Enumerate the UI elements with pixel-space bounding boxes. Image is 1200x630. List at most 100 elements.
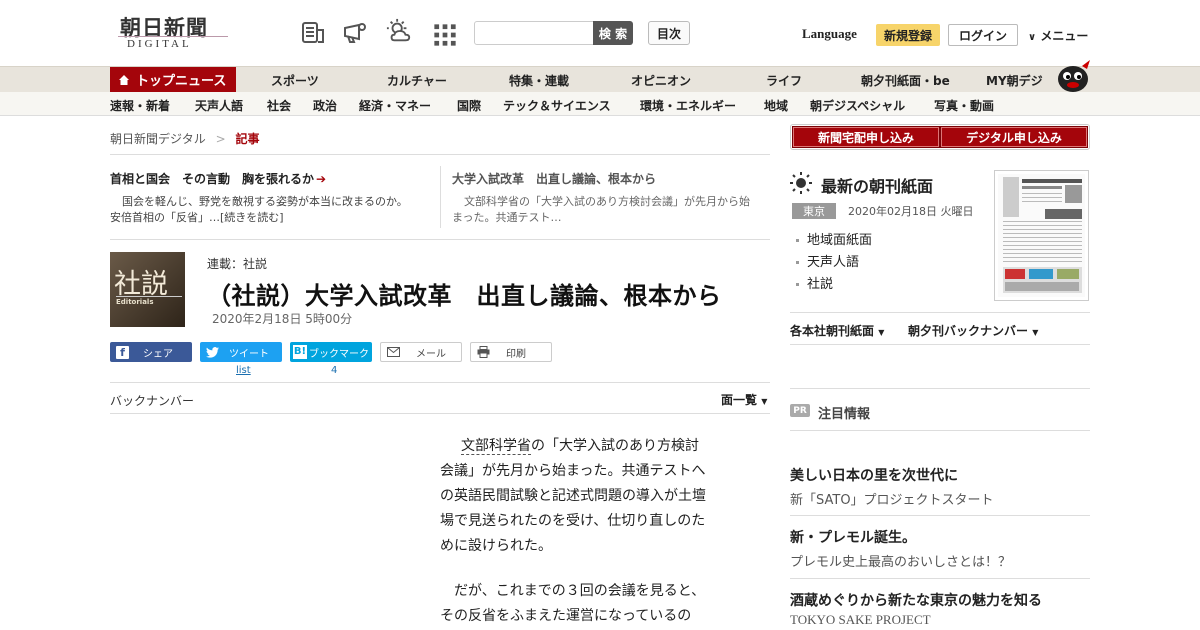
page-list-label: 面一覧 <box>721 393 758 407</box>
promo-1-title: 首相と国会 その言動 胸を張れるか ➔ <box>110 172 327 186</box>
promo-1[interactable]: 首相と国会 その言動 胸を張れるか ➔ 国会を軽んじ、野党を敵視する姿勢が本当に改… <box>110 170 410 226</box>
promo-2-desc: 文部科学省の「大学入試のあり方検討会議」が先月から始まった。共通テスト… <box>452 195 750 224</box>
badge-line <box>116 296 182 297</box>
megaphone-icon[interactable] <box>342 20 368 46</box>
nav-environment[interactable]: 環境・エネルギー <box>640 97 736 114</box>
menu-label: メニュー <box>1040 29 1089 43</box>
nav-photo-video[interactable]: 写真・動画 <box>934 97 994 114</box>
home-icon <box>119 74 129 85</box>
back-number-link[interactable]: バックナンバー <box>110 392 194 409</box>
divider <box>790 515 1090 516</box>
sun-icon <box>790 172 812 194</box>
sidebar-link-region[interactable]: 地域面紙面 <box>796 229 872 248</box>
breadcrumb-home[interactable]: 朝日新聞デジタル <box>110 132 206 146</box>
print-icon <box>477 346 490 358</box>
hatena-count[interactable]: 4 <box>331 365 337 376</box>
divider <box>790 388 1090 389</box>
caret-down-icon: ▼ <box>878 328 885 337</box>
twitter-share-button[interactable]: ツイート <box>200 342 282 362</box>
nav-special[interactable]: 朝デジスペシャル <box>810 97 905 114</box>
breadcrumb-separator: > <box>215 132 226 146</box>
page-list-dropdown[interactable]: 面一覧 ▼ <box>721 391 767 408</box>
nav-tensei[interactable]: 天声人語 <box>195 97 243 114</box>
divider <box>110 239 770 240</box>
nav-politics[interactable]: 政治 <box>313 97 337 114</box>
newspaper-icon[interactable] <box>300 20 326 46</box>
promo-1-desc: 国会を軽んじ、野党を敵視する姿勢が本当に改まるのか。安倍首相の「反省」…[続きを… <box>110 195 408 224</box>
series-label[interactable]: 連載：社説 <box>207 255 267 272</box>
apps-grid-icon[interactable] <box>432 22 458 48</box>
chevron-down-icon: ∨ <box>1028 32 1037 43</box>
caret-down-icon: ▼ <box>761 397 768 406</box>
twitter-share-label: ツイート <box>229 348 269 360</box>
toc-button[interactable]: 目次 <box>648 21 690 45</box>
promo-2-title: 大学入試改革 出直し議論、根本から <box>452 172 657 186</box>
sidebar-link-tensei[interactable]: 天声人語 <box>796 251 859 270</box>
nav-society[interactable]: 社会 <box>267 97 291 114</box>
mail-icon <box>387 347 400 357</box>
glossary-link[interactable]: 文部科学省 <box>461 438 531 455</box>
article-date: 2020年2月18日 5時00分 <box>212 312 353 326</box>
nav-features[interactable]: 特集・連載 <box>509 72 569 89</box>
twitter-count[interactable]: list <box>236 365 251 376</box>
facebook-share-button[interactable]: f シェア <box>110 342 192 362</box>
nav-life[interactable]: ライフ <box>766 72 802 89</box>
promo-2[interactable]: 大学入試改革 出直し議論、根本から 文部科学省の「大学入試のあり方検討会議」が先… <box>452 170 752 226</box>
ad-3-title[interactable]: 酒蔵めぐりから新たな東京の魅力を知る <box>790 590 1042 610</box>
search-button[interactable]: 検 索 <box>593 21 633 45</box>
nav-top-news[interactable]: トップニュース <box>110 67 236 92</box>
mail-share-button[interactable]: メール <box>380 342 462 362</box>
print-button[interactable]: 印刷 <box>470 342 552 362</box>
mail-label: メール <box>416 348 446 360</box>
language-link[interactable]: Language <box>802 26 857 42</box>
nav-international[interactable]: 国際 <box>457 97 481 114</box>
ad-1-title[interactable]: 美しい日本の里を次世代に <box>790 465 958 485</box>
region-tag: 東京 <box>792 203 836 219</box>
divider <box>110 382 770 383</box>
delivery-subscribe-button[interactable]: 新聞宅配申し込み <box>792 126 940 148</box>
editorial-badge-sub: Editorials <box>116 298 154 306</box>
logo-divider <box>118 36 228 37</box>
nav-top-news-label: トップニュース <box>136 74 227 89</box>
weather-icon[interactable] <box>386 18 412 44</box>
nav-my-asadigi[interactable]: MY朝デジ <box>986 72 1043 89</box>
ad-2-title[interactable]: 新・プレモル誕生。 <box>790 527 916 547</box>
digital-subscribe-button[interactable]: デジタル申し込み <box>940 126 1088 148</box>
facebook-share-label: シェア <box>143 348 173 360</box>
backnumber-dropdown[interactable]: 朝夕刊バックナンバー ▼ <box>908 322 1038 339</box>
register-button[interactable]: 新規登録 <box>876 24 940 46</box>
login-button[interactable]: ログイン <box>948 24 1018 46</box>
nav-tech[interactable]: テック＆サイエンス <box>503 97 611 114</box>
menu-button[interactable]: ∨ メニュー <box>1028 27 1088 44</box>
divider <box>790 430 1090 431</box>
ad-2-desc[interactable]: プレモル史上最高のおいしさとは！？ <box>790 551 1011 570</box>
newspaper-thumbnail-image <box>998 174 1085 297</box>
ad-3-desc[interactable]: TOKYO SAKE PROJECT <box>790 612 931 628</box>
pr-badge: PR <box>790 404 810 417</box>
sidebar-link-editorial[interactable]: 社説 <box>796 273 833 292</box>
nav-opinion[interactable]: オピニオン <box>631 72 691 89</box>
nav-economy[interactable]: 経済・マネー <box>359 97 431 114</box>
regional-morning-dropdown[interactable]: 各本社朝刊紙面 ▼ <box>790 322 884 339</box>
nav-paper-be[interactable]: 朝夕刊紙面・be <box>861 72 950 89</box>
hatena-bookmark-button[interactable]: B! ブックマーク <box>290 342 372 362</box>
breadcrumb: 朝日新聞デジタル > 記事 <box>110 130 260 147</box>
nav-breaking[interactable]: 速報・新着 <box>110 97 170 114</box>
article-title: （社説）大学入試改革 出直し議論、根本から <box>207 282 722 310</box>
print-label: 印刷 <box>506 348 526 360</box>
divider <box>790 344 1090 345</box>
pr-section-title: 注目情報 <box>818 407 871 422</box>
latest-paper-title[interactable]: 最新の朝刊紙面 <box>821 173 933 197</box>
caret-down-icon: ▼ <box>1032 328 1039 337</box>
nav-sports[interactable]: スポーツ <box>271 72 319 89</box>
nav-region[interactable]: 地域 <box>764 97 788 114</box>
arrow-right-icon: ➔ <box>316 172 327 186</box>
ad-1-desc[interactable]: 新「SATO」プロジェクトスタート <box>790 489 994 508</box>
search-input[interactable] <box>474 21 594 45</box>
hatena-icon: B! <box>293 345 307 359</box>
nav-culture[interactable]: カルチャー <box>387 72 447 89</box>
newspaper-thumbnail[interactable] <box>994 170 1089 301</box>
breadcrumb-current: 記事 <box>235 132 260 146</box>
divider <box>790 578 1090 579</box>
mascot-icon <box>1058 60 1090 92</box>
